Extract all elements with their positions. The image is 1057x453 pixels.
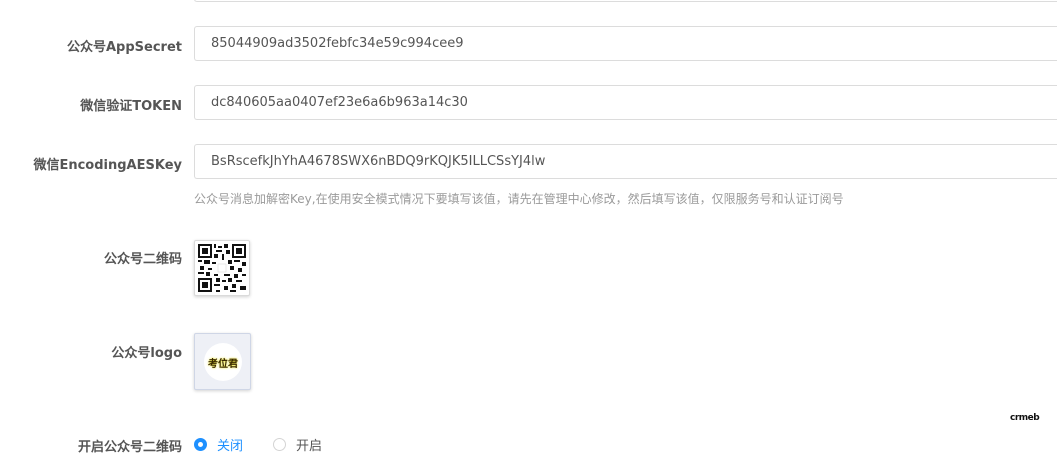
logo-label: 公众号logo [111, 346, 182, 361]
radio-off-option[interactable]: 关闭 [194, 435, 243, 453]
qr-code-icon [198, 244, 246, 292]
radio-on-label: 开启 [296, 439, 323, 453]
brand-watermark: crmeb [1010, 413, 1040, 423]
logo-upload[interactable]: 考位君 [194, 333, 251, 390]
radio-off-label: 关闭 [217, 439, 244, 453]
token-input[interactable] [194, 85, 1057, 120]
aes-key-label: 微信EncodingAESKey [33, 158, 182, 173]
radio-selected-icon[interactable] [194, 438, 207, 451]
app-secret-input[interactable] [194, 26, 1057, 61]
settings-form: 公众号AppSecret 微信验证TOKEN 微信EncodingAESKey … [0, 0, 1057, 453]
previous-field-edge [194, 0, 1057, 2]
qrcode-label: 公众号二维码 [103, 252, 182, 267]
radio-unselected-icon[interactable] [273, 438, 287, 451]
app-secret-label: 公众号AppSecret [66, 40, 182, 55]
qrcode-toggle-label: 开启公众号二维码 [77, 440, 182, 453]
aes-key-input[interactable] [194, 144, 1057, 179]
qrcode-upload[interactable] [194, 240, 250, 296]
qrcode-toggle-radio-group: 关闭 开启 [194, 435, 352, 453]
aes-key-help-text: 公众号消息加解密Key,在使用安全模式情况下要填写该值，请先在管理中心修改，然后… [194, 192, 844, 206]
token-label: 微信验证TOKEN [80, 99, 182, 114]
logo-image: 考位君 [204, 343, 242, 381]
radio-on-option[interactable]: 开启 [273, 435, 322, 453]
